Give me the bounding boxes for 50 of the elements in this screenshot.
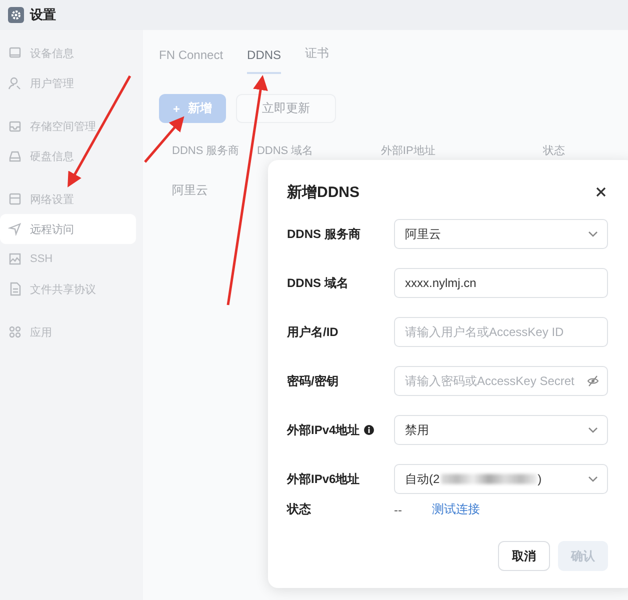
tray-icon: [8, 119, 22, 133]
field-label: 外部IPv4地址: [287, 422, 360, 438]
field-label: DDNS 域名: [287, 274, 348, 292]
info-icon[interactable]: [364, 425, 374, 435]
test-connection-link[interactable]: 测试连接: [432, 501, 480, 518]
window-title: 设置: [30, 6, 56, 24]
window-icon: [8, 192, 22, 206]
select-field[interactable]: 禁用: [394, 415, 608, 445]
sidebar-item[interactable]: 网络设置: [0, 184, 136, 214]
user-icon: [8, 76, 22, 90]
column-header: DDNS 域名: [256, 144, 314, 158]
drive-icon: [8, 149, 22, 163]
password-field[interactable]: 请输入密码或AccessKey Secret: [394, 366, 608, 396]
input-field[interactable]: 请输入用户名或AccessKey ID: [394, 317, 608, 347]
status-value: --: [394, 502, 403, 516]
field-label: 状态: [287, 501, 311, 518]
sidebar-item[interactable]: SSH: [0, 244, 136, 274]
sidebar-item[interactable]: 存储空间管理: [0, 111, 136, 141]
sidebar-item[interactable]: 设备信息: [0, 38, 136, 68]
sidebar-item[interactable]: 文件共享协议: [0, 274, 136, 304]
eye-slash-icon[interactable]: [587, 375, 599, 387]
sidebar-item[interactable]: 应用: [0, 317, 136, 347]
gear-icon: [8, 7, 24, 23]
document-icon: [8, 282, 22, 296]
sidebar-item[interactable]: 用户管理: [0, 68, 136, 98]
send-icon: [8, 222, 22, 236]
tab[interactable]: FN Connect: [159, 47, 224, 74]
tab[interactable]: DDNS: [247, 47, 282, 74]
column-header: 外部IP地址: [380, 144, 436, 158]
cancel-button[interactable]: 取消: [498, 541, 550, 571]
sidebar-item[interactable]: 硬盘信息: [0, 141, 136, 171]
select-field[interactable]: 阿里云: [394, 219, 608, 249]
tab[interactable]: 证书: [305, 44, 330, 74]
table-cell: 阿里云: [172, 183, 208, 197]
field-label: 外部IPv6地址: [287, 470, 360, 488]
close-icon[interactable]: [594, 185, 608, 199]
field-label: 用户名/ID: [287, 324, 338, 340]
column-header: 状态: [543, 144, 566, 158]
sidebar-item[interactable]: 远程访问: [0, 214, 136, 244]
grid-icon: [8, 325, 22, 339]
dialog-title: 新增DDNS: [287, 182, 360, 202]
select-field[interactable]: 自动(2 ): [394, 464, 608, 494]
field-label: DDNS 服务商: [287, 226, 360, 242]
image-icon: [8, 252, 22, 266]
input-field[interactable]: xxxx.nylmj.cn: [394, 268, 608, 298]
add-button[interactable]: + 新增: [159, 94, 226, 123]
column-header: DDNS 服务商: [172, 144, 240, 158]
field-label: 密码/密钥: [287, 372, 338, 390]
update-button[interactable]: 立即更新: [236, 94, 336, 123]
monitor-icon: [8, 46, 22, 60]
